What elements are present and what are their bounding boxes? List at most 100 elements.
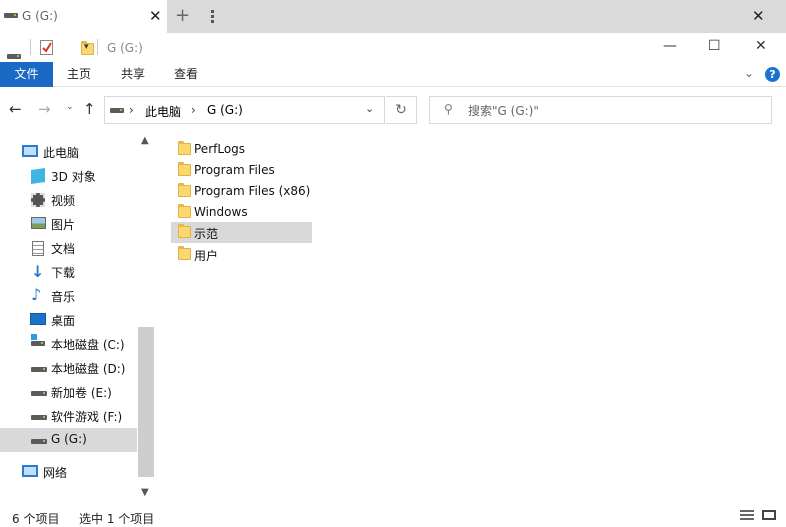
sidebar-item-3d-objects[interactable]: 3D 对象 <box>0 164 137 188</box>
sidebar-item-label: 新加卷 (E:) <box>51 386 112 400</box>
pictures-icon <box>31 217 46 229</box>
breadcrumb-g-drive[interactable]: G (G:) <box>207 103 243 117</box>
drive-icon <box>31 415 47 420</box>
folder-icon <box>178 183 191 197</box>
list-item[interactable]: PerfLogs <box>171 139 312 160</box>
close-tabs-button[interactable]: ✕ <box>752 7 765 25</box>
file-list: PerfLogs Program Files Program Files (x8… <box>160 132 786 507</box>
tab-g-drive[interactable]: G (G:) ✕ <box>0 0 167 33</box>
tab-title: G (G:) <box>22 9 58 23</box>
list-item[interactable]: Program Files <box>171 160 312 181</box>
sidebar-item-label: 软件游戏 (F:) <box>51 410 123 424</box>
minimize-button[interactable]: — <box>663 38 677 54</box>
list-item[interactable]: Program Files (x86) <box>171 181 312 202</box>
list-item[interactable]: Windows <box>171 202 312 223</box>
sidebar-item-drive-c[interactable]: 本地磁盘 (C:) <box>0 332 137 356</box>
back-arrow-icon[interactable]: ← <box>9 100 22 118</box>
scroll-down-icon[interactable]: ▼ <box>141 487 149 498</box>
tab-share[interactable]: 共享 <box>121 62 145 87</box>
help-icon[interactable]: ? <box>765 67 780 82</box>
sidebar-item-this-pc[interactable]: 此电脑 <box>0 140 137 164</box>
sidebar-item-drive-f[interactable]: 软件游戏 (F:) <box>0 404 137 428</box>
download-icon: ↓ <box>31 262 45 281</box>
3d-objects-icon <box>31 168 45 184</box>
close-button[interactable]: ✕ <box>755 38 767 54</box>
scrollbar-thumb[interactable] <box>138 327 154 477</box>
sidebar-item-label: 图片 <box>51 218 76 232</box>
title-bar: ▾ G (G:) — ☐ ✕ <box>0 33 786 62</box>
recent-locations-icon[interactable]: ⌄ <box>66 102 74 112</box>
sidebar-item-downloads[interactable]: ↓ 下载 <box>0 260 137 284</box>
expand-ribbon-icon[interactable]: ⌄ <box>744 66 754 80</box>
new-tab-button[interactable]: + <box>175 5 190 26</box>
tab-view[interactable]: 查看 <box>174 62 198 87</box>
sidebar-item-label: 下载 <box>51 266 76 280</box>
music-icon: ♪ <box>31 285 42 304</box>
file-name: PerfLogs <box>194 142 246 156</box>
search-box[interactable]: ⚲ <box>429 96 772 124</box>
window-title: G (G:) <box>107 41 143 55</box>
up-arrow-icon[interactable]: ↑ <box>83 100 96 118</box>
details-view-icon[interactable] <box>740 510 754 520</box>
sidebar-item-music[interactable]: ♪ 音乐 <box>0 284 137 308</box>
folder-icon <box>178 204 191 218</box>
drive-icon <box>31 391 47 396</box>
sidebar-item-label: 此电脑 <box>43 146 80 160</box>
sidebar-item-label: 3D 对象 <box>51 170 96 184</box>
nav-pane-scrollbar[interactable]: ▲ ▼ <box>137 132 155 507</box>
sidebar-item-label: 本地磁盘 (C:) <box>51 338 125 352</box>
list-item[interactable]: 用户 <box>171 244 312 265</box>
sidebar-item-label: 本地磁盘 (D:) <box>51 362 126 376</box>
folder-icon <box>178 162 191 176</box>
breadcrumb-separator[interactable]: › <box>191 103 196 117</box>
desktop-icon <box>30 313 46 325</box>
tab-home[interactable]: 主页 <box>67 62 91 87</box>
tab-menu-icon[interactable] <box>211 10 214 24</box>
large-icons-view-icon[interactable] <box>762 510 776 520</box>
pc-icon <box>22 145 38 157</box>
sidebar-item-drive-g[interactable]: G (G:) <box>0 428 137 452</box>
maximize-button[interactable]: ☐ <box>708 38 721 54</box>
drive-icon <box>4 13 18 18</box>
file-name: Program Files (x86) <box>194 184 311 198</box>
breadcrumb-separator[interactable]: › <box>129 103 134 117</box>
video-icon <box>31 193 45 207</box>
scroll-up-icon[interactable]: ▲ <box>141 135 149 146</box>
properties-icon[interactable] <box>40 40 53 55</box>
drive-icon <box>31 439 47 444</box>
search-input[interactable] <box>468 102 758 119</box>
tab-close-button[interactable]: ✕ <box>149 7 162 25</box>
sidebar-item-drive-e[interactable]: 新加卷 (E:) <box>0 380 137 404</box>
list-item[interactable]: 示范 <box>171 222 312 243</box>
selection-count: 选中 1 个项目 <box>79 512 155 526</box>
file-name: 示范 <box>194 227 219 241</box>
documents-icon <box>32 241 44 256</box>
file-name: Program Files <box>194 163 275 177</box>
navigation-bar: ← → ⌄ ↑ › 此电脑 › G (G:) ⌄ ↻ ⚲ <box>0 87 786 132</box>
divider <box>97 39 98 55</box>
breadcrumb-this-pc[interactable]: 此电脑 <box>145 103 181 120</box>
address-bar[interactable]: › 此电脑 › G (G:) ⌄ <box>104 96 385 124</box>
sidebar-item-pictures[interactable]: 图片 <box>0 212 137 236</box>
tab-file[interactable]: 文件 <box>0 62 53 87</box>
refresh-button[interactable]: ↻ <box>386 96 417 124</box>
address-dropdown-icon[interactable]: ⌄ <box>365 102 374 115</box>
navigation-pane: 此电脑 3D 对象 视频 图片 文档 ↓ 下载 ♪ 音乐 桌面 本地磁盘 (C:… <box>0 132 155 507</box>
forward-arrow-icon[interactable]: → <box>38 100 51 118</box>
sidebar-item-label: G (G:) <box>51 432 87 446</box>
sidebar-item-network[interactable]: 网络 <box>0 460 137 484</box>
ribbon-tabs: 文件 主页 共享 查看 ⌄ ? <box>0 62 786 87</box>
sidebar-item-videos[interactable]: 视频 <box>0 188 137 212</box>
quick-access-dropdown-icon[interactable]: ▾ <box>84 42 89 52</box>
sidebar-item-desktop[interactable]: 桌面 <box>0 308 137 332</box>
drive-icon <box>110 108 124 113</box>
divider <box>30 39 31 55</box>
sidebar-item-documents[interactable]: 文档 <box>0 236 137 260</box>
tab-bar: G (G:) ✕ + ✕ <box>0 0 786 33</box>
item-count: 6 个项目 <box>12 512 60 526</box>
file-name: 用户 <box>194 249 219 263</box>
network-icon <box>22 465 38 477</box>
status-bar: 6 个项目 选中 1 个项目 <box>0 507 786 526</box>
drive-icon <box>7 54 21 59</box>
sidebar-item-drive-d[interactable]: 本地磁盘 (D:) <box>0 356 137 380</box>
